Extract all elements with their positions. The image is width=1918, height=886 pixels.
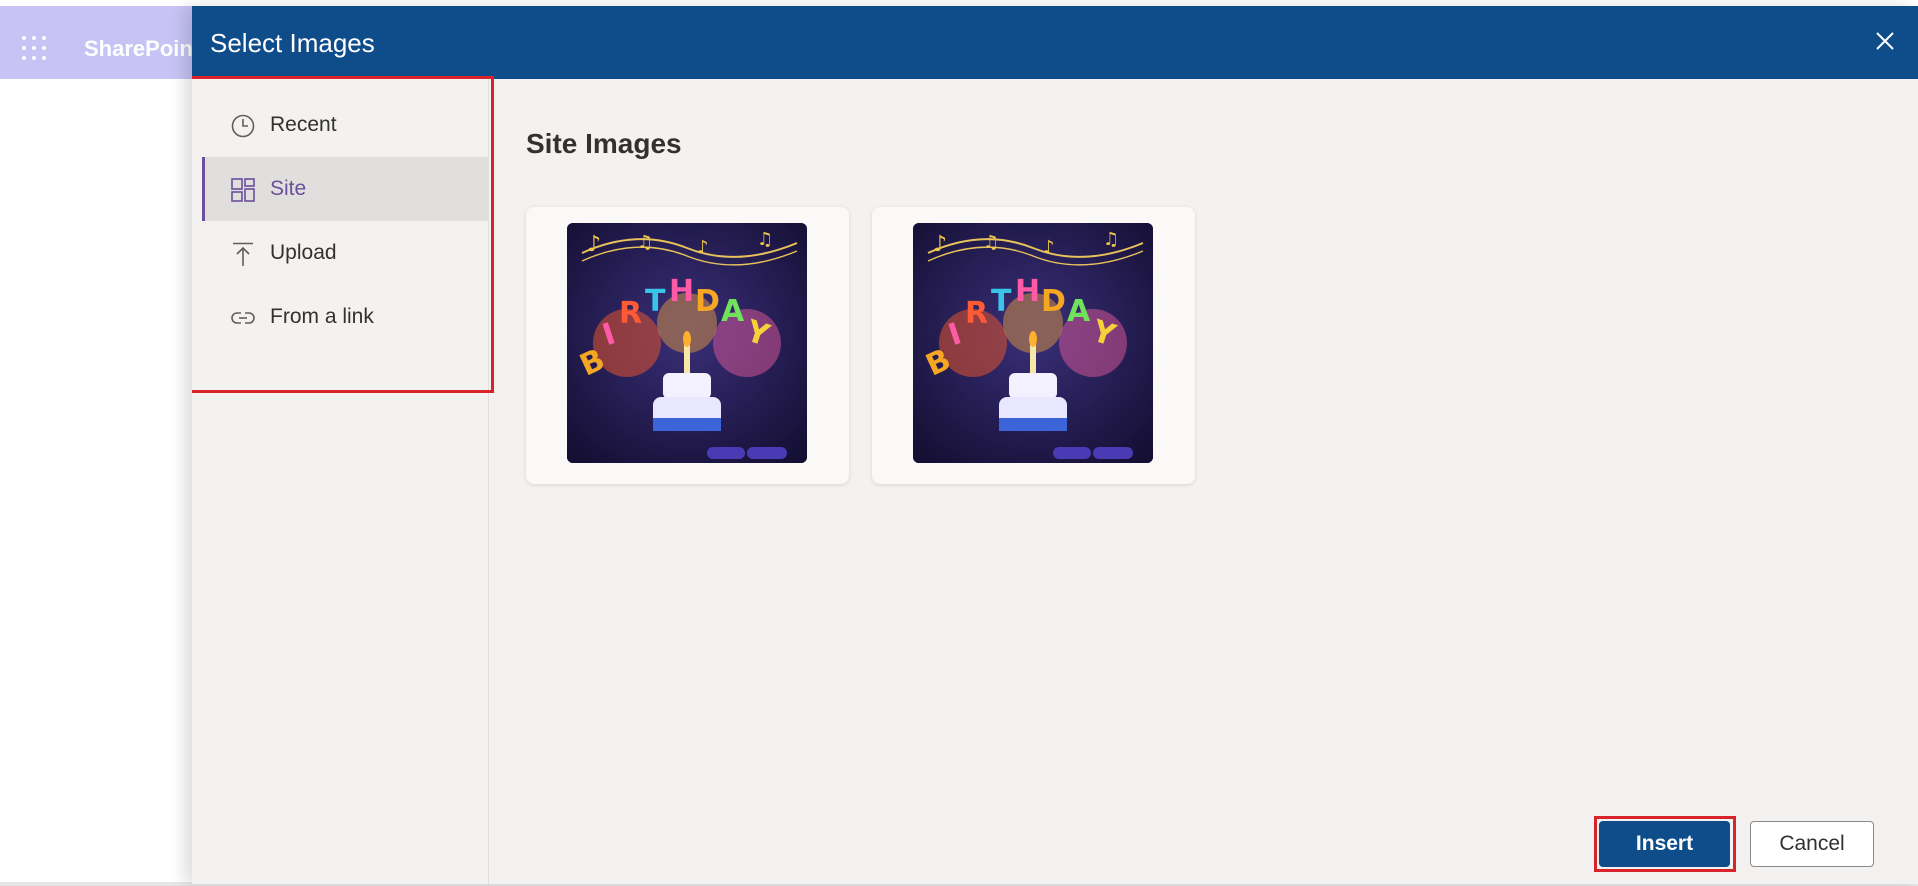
upload-icon [233, 242, 253, 266]
nav-item-label: Recent [270, 113, 337, 136]
svg-text:♪: ♪ [933, 232, 947, 257]
birthday-image: ♪ ♫ ♪ ♫ B I R T H D A Y [913, 223, 1153, 463]
link-icon [231, 312, 255, 324]
nav-item-label: Upload [270, 241, 337, 264]
site-grid-icon [231, 178, 255, 202]
nav-item-from-link[interactable]: From a link [202, 285, 489, 349]
svg-text:♪: ♪ [1043, 237, 1055, 258]
svg-text:♫: ♫ [757, 229, 773, 250]
cancel-button[interactable]: Cancel [1750, 821, 1874, 867]
nav-item-site[interactable]: Site [202, 157, 489, 221]
app-launcher-icon[interactable] [22, 36, 48, 62]
svg-text:D: D [1041, 284, 1066, 319]
close-button[interactable] [1868, 24, 1902, 58]
birthday-image: ♪ ♫ ♪ ♫ B I R T H D A Y [567, 223, 807, 463]
suite-bar: SharePoint [0, 6, 200, 79]
nav-item-recent[interactable]: Recent [202, 93, 489, 157]
section-title: Site Images [526, 128, 682, 159]
clock-icon [231, 114, 255, 138]
svg-text:D: D [695, 284, 720, 319]
image-thumbnail: ♪ ♫ ♪ ♫ B I R T H D A Y [913, 223, 1153, 463]
image-card[interactable]: ♪ ♫ ♪ ♫ B I R T H D A Y [872, 207, 1195, 484]
app-title[interactable]: SharePoint [84, 36, 200, 62]
insert-button[interactable]: Insert [1599, 821, 1730, 867]
svg-text:♪: ♪ [697, 237, 709, 258]
nav-item-label: Site [270, 177, 307, 200]
svg-text:♫: ♫ [983, 232, 999, 253]
svg-text:A: A [721, 294, 745, 329]
svg-text:R: R [965, 296, 988, 331]
nav-divider [488, 79, 489, 884]
panel-title: Select Images [210, 28, 375, 58]
svg-text:♫: ♫ [637, 232, 653, 253]
svg-text:♪: ♪ [587, 232, 601, 257]
close-icon [1876, 32, 1894, 50]
svg-text:T: T [991, 284, 1012, 319]
svg-text:R: R [619, 296, 642, 331]
svg-text:H: H [1015, 274, 1040, 309]
image-card[interactable]: ♪ ♫ ♪ ♫ B I R T H D A Y [526, 207, 849, 484]
svg-text:A: A [1067, 294, 1091, 329]
image-thumbnail: ♪ ♫ ♪ ♫ B I R T H D A Y [567, 223, 807, 463]
source-nav: Recent Site Upload From a link [192, 79, 489, 884]
svg-text:♫: ♫ [1103, 229, 1119, 250]
nav-item-upload[interactable]: Upload [202, 221, 489, 285]
svg-text:T: T [645, 284, 666, 319]
panel-header: Select Images [192, 6, 1918, 79]
nav-item-label: From a link [270, 305, 374, 328]
svg-text:H: H [669, 274, 694, 309]
select-images-panel: Select Images Recent Site Upload From a … [192, 6, 1918, 884]
